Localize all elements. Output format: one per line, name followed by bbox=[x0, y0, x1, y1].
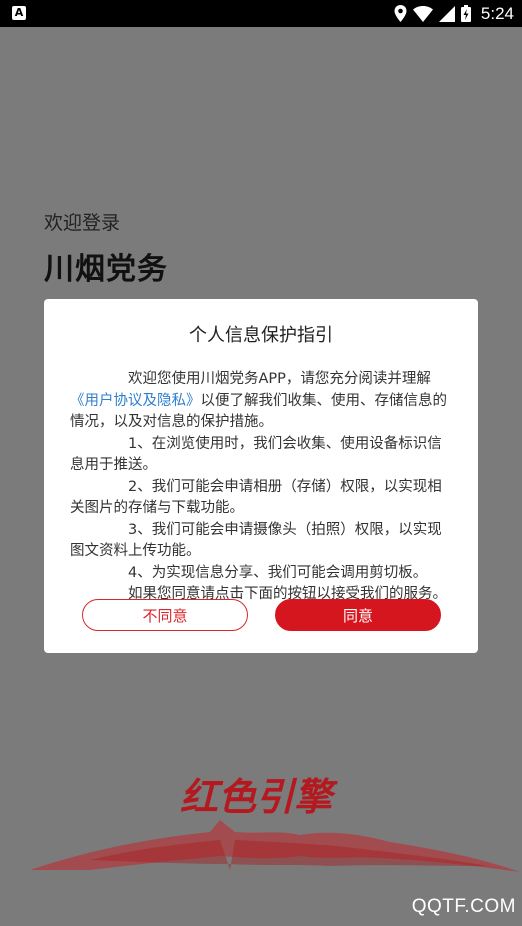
list-item: 4、为实现信息分享、我们可能会调用剪切板。 bbox=[128, 564, 428, 581]
status-bar: A 5:24 bbox=[0, 0, 522, 27]
clock: 5:24 bbox=[480, 3, 514, 23]
welcome-text: 欢迎登录 bbox=[44, 212, 121, 234]
list-item: 1、在浏览使用时，我们会收集、使用设备标识信息用于推送。 bbox=[70, 435, 442, 474]
agree-button[interactable]: 同意 bbox=[275, 599, 441, 631]
app-title: 川烟党务 bbox=[44, 252, 168, 287]
list-item: 2、我们可能会申请相册（存储）权限，以实现相关图片的存储与下载功能。 bbox=[70, 478, 442, 517]
wifi-icon bbox=[412, 5, 433, 22]
logo-text: 红色引擎 bbox=[180, 774, 338, 819]
list-item: 3、我们可能会申请摄像头（拍照）权限，以实现图文资料上传功能。 bbox=[70, 521, 442, 560]
dialog-title: 个人信息保护指引 bbox=[189, 325, 333, 346]
signal-icon bbox=[438, 5, 455, 22]
user-agreement-link[interactable]: 《用户协议及隐私》 bbox=[70, 393, 201, 409]
watermark: QQTF.COM bbox=[411, 896, 516, 917]
intro-paragraph: 欢迎您使用川烟党务APP，请您充分阅读并理解《用户协议及隐私》以便了解我们收集、… bbox=[70, 369, 456, 434]
location-icon bbox=[394, 5, 407, 22]
disagree-button[interactable]: 不同意 bbox=[82, 599, 248, 631]
red-engine-logo: 红色引擎 bbox=[30, 774, 520, 872]
privacy-dialog: 个人信息保护指引 欢迎您使用川烟党务APP，请您充分阅读并理解《用户协议及隐私》… bbox=[44, 299, 478, 653]
intro-text: 欢迎您使用川烟党务APP，请您充分阅读并理解 bbox=[128, 371, 431, 387]
dialog-body: 欢迎您使用川烟党务APP，请您充分阅读并理解《用户协议及隐私》以便了解我们收集、… bbox=[70, 369, 456, 606]
app-notification-icon: A bbox=[12, 6, 26, 20]
battery-charging-icon bbox=[460, 5, 471, 22]
